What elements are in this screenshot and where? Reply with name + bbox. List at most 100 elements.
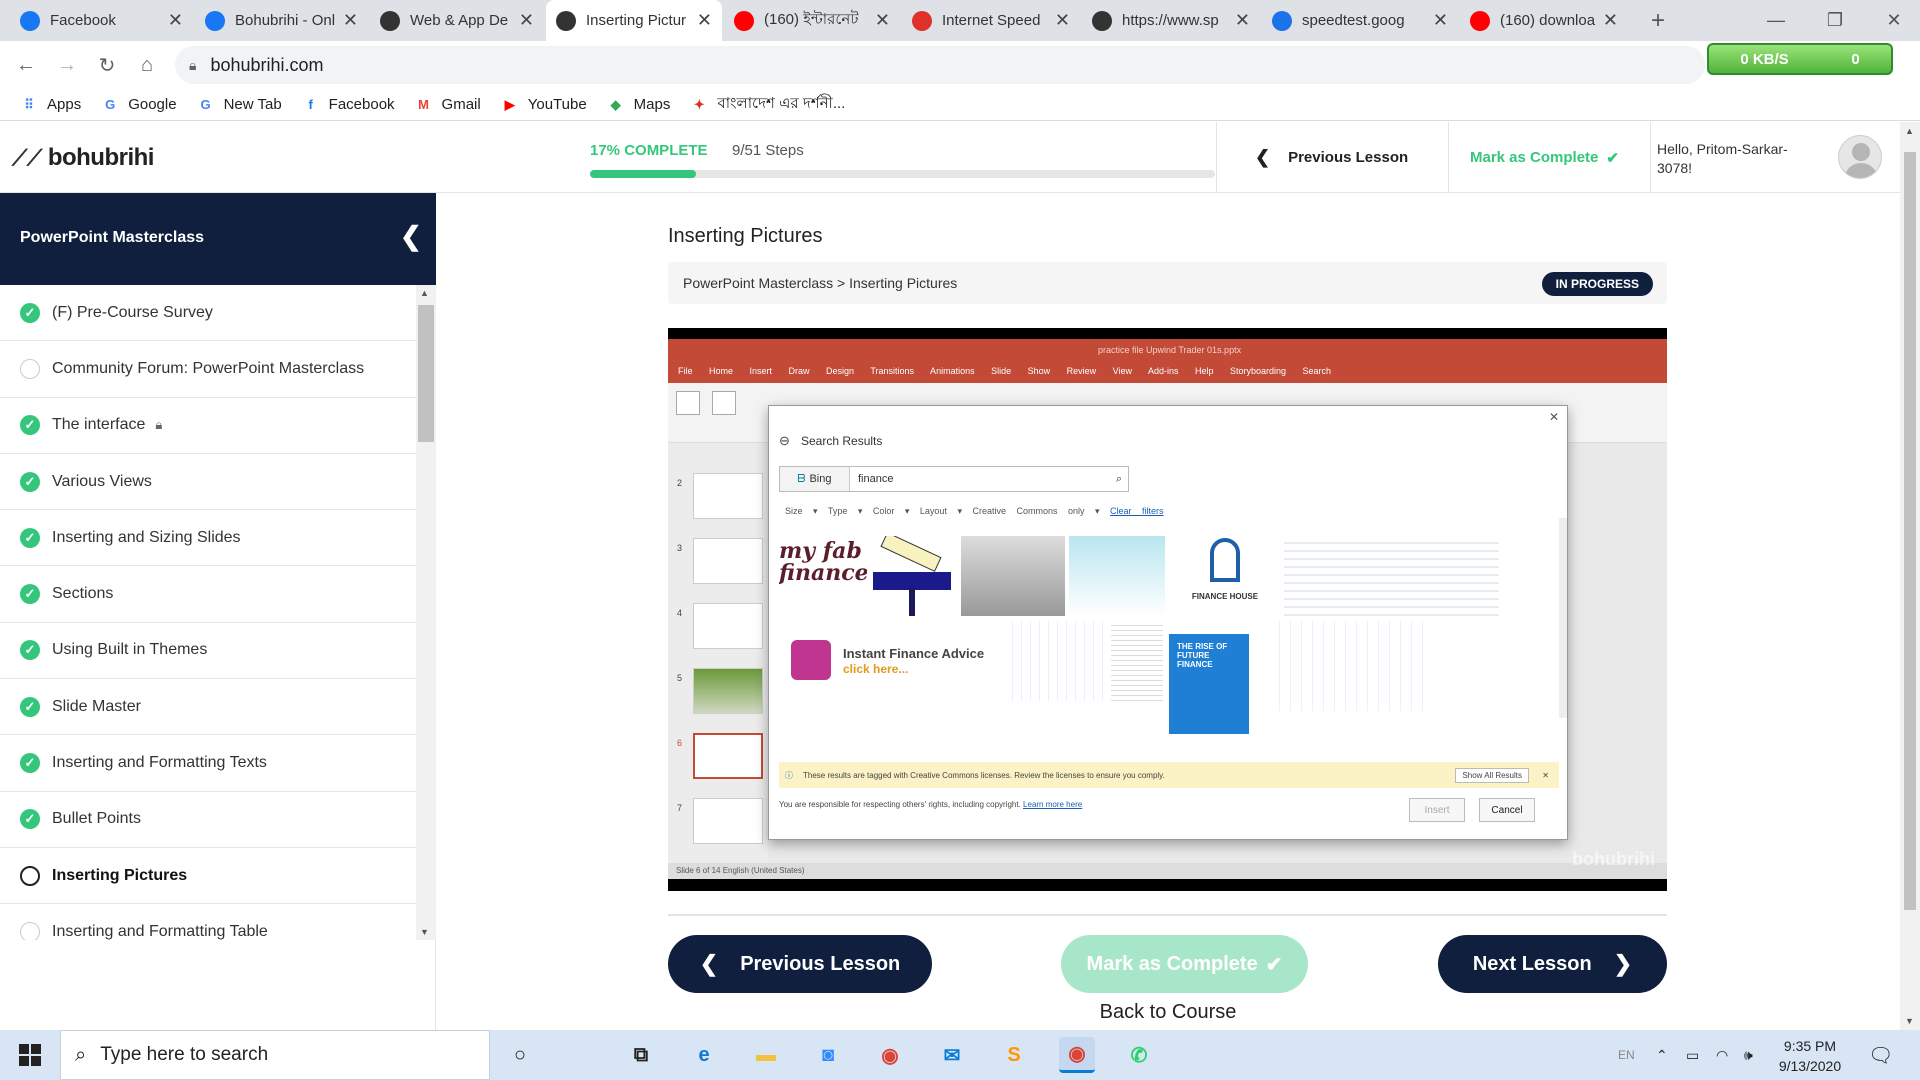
browser-toolbar: ← → ↻ ⌂ 🔒︎ bohubrihi.com	[0, 41, 1920, 89]
bookmark-item[interactable]: f Facebook	[302, 96, 395, 114]
notifications-icon[interactable]: 🗨︎	[1868, 1030, 1893, 1080]
browser-tab[interactable]: https://www.sp ✕	[1082, 0, 1260, 41]
bohubrihi-logo[interactable]: ⟋⟋ bohubrihi	[12, 144, 154, 172]
scroll-up-icon[interactable]: ▲	[420, 288, 429, 298]
page-scroll-thumb[interactable]	[1904, 152, 1916, 910]
sidebar-item-lesson[interactable]: Community Forum: PowerPoint Masterclass	[0, 341, 416, 398]
tray-language[interactable]: EN	[1618, 1030, 1635, 1080]
close-tab-icon[interactable]: ✕	[697, 10, 712, 31]
completed-check-icon: ✓	[20, 584, 40, 605]
sidebar-item-lesson[interactable]: ✓ Using Built in Themes	[0, 623, 416, 680]
sidebar-item-lesson[interactable]: ✓ (F) Pre-Course Survey	[0, 285, 416, 342]
tray-chevron-icon[interactable]: ⌃	[1656, 1030, 1668, 1080]
sidebar-item-lesson[interactable]: ✓ Sections	[0, 566, 416, 623]
avatar[interactable]	[1838, 135, 1882, 179]
bookmark-label: Maps	[633, 96, 671, 113]
close-tab-icon[interactable]: ✕	[343, 10, 358, 31]
sidebar-item-lesson[interactable]: ✓ Various Views	[0, 454, 416, 511]
home-icon[interactable]: ⌂	[131, 49, 163, 81]
wifi-icon[interactable]: ◠	[1716, 1030, 1728, 1080]
previous-lesson-button[interactable]: ❮ Previous Lesson	[668, 935, 932, 993]
sidebar-item-lesson[interactable]: ✓ The interface 🔒︎	[0, 398, 416, 454]
sidebar-item-lesson[interactable]: ✓ Inserting and Sizing Slides	[0, 510, 416, 567]
slide-number: 4	[677, 608, 683, 618]
zoom-icon[interactable]: ◙	[810, 1037, 846, 1073]
bookmark-item[interactable]: G Google	[101, 96, 176, 114]
copyright-note: You are responsible for respecting other…	[779, 800, 1082, 809]
bookmark-item[interactable]: ▶ YouTube	[501, 96, 587, 114]
breadcrumb-text[interactable]: PowerPoint Masterclass > Inserting Pictu…	[683, 275, 957, 291]
taskbar-search[interactable]: ⌕ Type here to search	[60, 1030, 490, 1080]
minimize-icon[interactable]: —	[1746, 0, 1806, 41]
close-tab-icon[interactable]: ✕	[1433, 10, 1448, 31]
system-clock[interactable]: 9:35 PM 9/13/2020	[1760, 1036, 1860, 1076]
browser-tab[interactable]: Internet Speed ✕	[902, 0, 1080, 41]
close-window-icon[interactable]: ✕	[1864, 0, 1920, 41]
cortana-icon[interactable]: ○	[502, 1037, 538, 1073]
close-tab-icon[interactable]: ✕	[168, 10, 183, 31]
scroll-up-icon[interactable]: ▲	[1905, 126, 1914, 136]
edge-icon[interactable]: e	[686, 1037, 722, 1073]
bookmark-item[interactable]: ✦ বাংলাদেশ এর দর্শনী...	[690, 92, 845, 117]
lesson-label: The interface	[52, 416, 146, 434]
bohubrihi-icon	[556, 10, 576, 31]
new-tab-icon[interactable]: +	[1638, 0, 1678, 41]
browser-tab[interactable]: (160) ইন্টারনেট ✕	[724, 0, 900, 41]
back-icon[interactable]: ←	[10, 49, 42, 81]
close-tab-icon[interactable]: ✕	[1603, 10, 1618, 31]
whatsapp-icon[interactable]: ✆	[1121, 1037, 1157, 1073]
back-to-course-link[interactable]: Back to Course	[1068, 1001, 1268, 1024]
sidebar-item-lesson[interactable]: Inserting Pictures	[0, 848, 416, 905]
top-mark-complete-button[interactable]: Mark as Complete ✔	[1470, 122, 1619, 193]
sidebar-scrollbar[interactable]: ▲ ▼	[416, 285, 436, 940]
chrome-profile-icon[interactable]: ◉	[1059, 1037, 1095, 1073]
browser-tab[interactable]: Inserting Pictur ✕	[546, 0, 722, 41]
sidebar-scroll-thumb[interactable]	[418, 305, 434, 442]
mail-icon[interactable]: ✉	[934, 1037, 970, 1073]
top-previous-lesson-button[interactable]: ❮ Previous Lesson	[1255, 122, 1408, 193]
mark-complete-button[interactable]: Mark as Complete ✔	[1061, 935, 1308, 993]
search-icon: ⌕	[1115, 472, 1122, 485]
bookmark-item[interactable]: G New Tab	[197, 96, 282, 114]
sidebar-item-lesson[interactable]: Inserting and Formatting Table	[0, 904, 416, 940]
page-scrollbar[interactable]: ▲ ▼	[1900, 122, 1920, 1030]
restore-icon[interactable]: ❐	[1805, 0, 1865, 41]
browser-tab[interactable]: speedtest.goog ✕	[1262, 0, 1458, 41]
battery-icon[interactable]: ▭	[1686, 1030, 1699, 1080]
bookmark-item[interactable]: ◆ Maps	[607, 96, 671, 114]
address-bar[interactable]: 🔒︎ bohubrihi.com	[175, 46, 1705, 84]
close-tab-icon[interactable]: ✕	[1235, 10, 1250, 31]
browser-tab[interactable]: Web & App De ✕	[370, 0, 544, 41]
browser-tab[interactable]: Bohubrihi - Onl ✕	[195, 0, 368, 41]
browser-tab[interactable]: Facebook ✕	[10, 0, 193, 41]
close-tab-icon[interactable]: ✕	[875, 10, 890, 31]
sidebar-item-lesson[interactable]: ✓ Inserting and Formatting Texts	[0, 735, 416, 792]
browser-tab[interactable]: (160) downloa ✕	[1460, 0, 1628, 41]
lock-icon: 🔒︎	[155, 417, 163, 433]
scroll-down-icon[interactable]: ▼	[420, 927, 429, 937]
bookmark-item[interactable]: ⠿ Apps	[20, 96, 81, 114]
avatar-body	[1844, 163, 1878, 178]
completed-check-icon: ✓	[20, 471, 40, 492]
close-tab-icon[interactable]: ✕	[519, 10, 534, 31]
chevron-left-icon: ❮	[1255, 147, 1271, 167]
reload-icon[interactable]: ↻	[91, 49, 123, 81]
task-view-icon[interactable]: ⧉	[623, 1037, 659, 1073]
collapse-sidebar-icon[interactable]: ❮	[400, 221, 422, 252]
course-progress: 17% COMPLETE 9/51 Steps	[590, 142, 1215, 178]
chrome-icon[interactable]: ◉	[872, 1037, 908, 1073]
lesson-video[interactable]: practice file Upwind Trader 01s.pptx Fil…	[668, 328, 1667, 891]
close-tab-icon[interactable]: ✕	[1055, 10, 1070, 31]
next-lesson-button[interactable]: Next Lesson ❯	[1438, 935, 1667, 993]
bookmark-item[interactable]: M Gmail	[415, 96, 481, 114]
sublime-text-icon[interactable]: S	[996, 1037, 1032, 1073]
sidebar-item-lesson[interactable]: ✓ Bullet Points	[0, 792, 416, 848]
forward-icon[interactable]: →	[51, 49, 83, 81]
file-explorer-icon[interactable]: ▬	[748, 1037, 784, 1073]
start-button[interactable]	[0, 1030, 60, 1080]
volume-icon[interactable]: 🕪︎	[1744, 1030, 1753, 1080]
scroll-down-icon[interactable]: ▼	[1905, 1016, 1914, 1026]
net-speed-widget[interactable]: 0 KB/S 0	[1707, 43, 1893, 75]
sidebar-item-lesson[interactable]: ✓ Slide Master	[0, 679, 416, 736]
ppt-ribbon: practice file Upwind Trader 01s.pptx Fil…	[668, 339, 1667, 383]
